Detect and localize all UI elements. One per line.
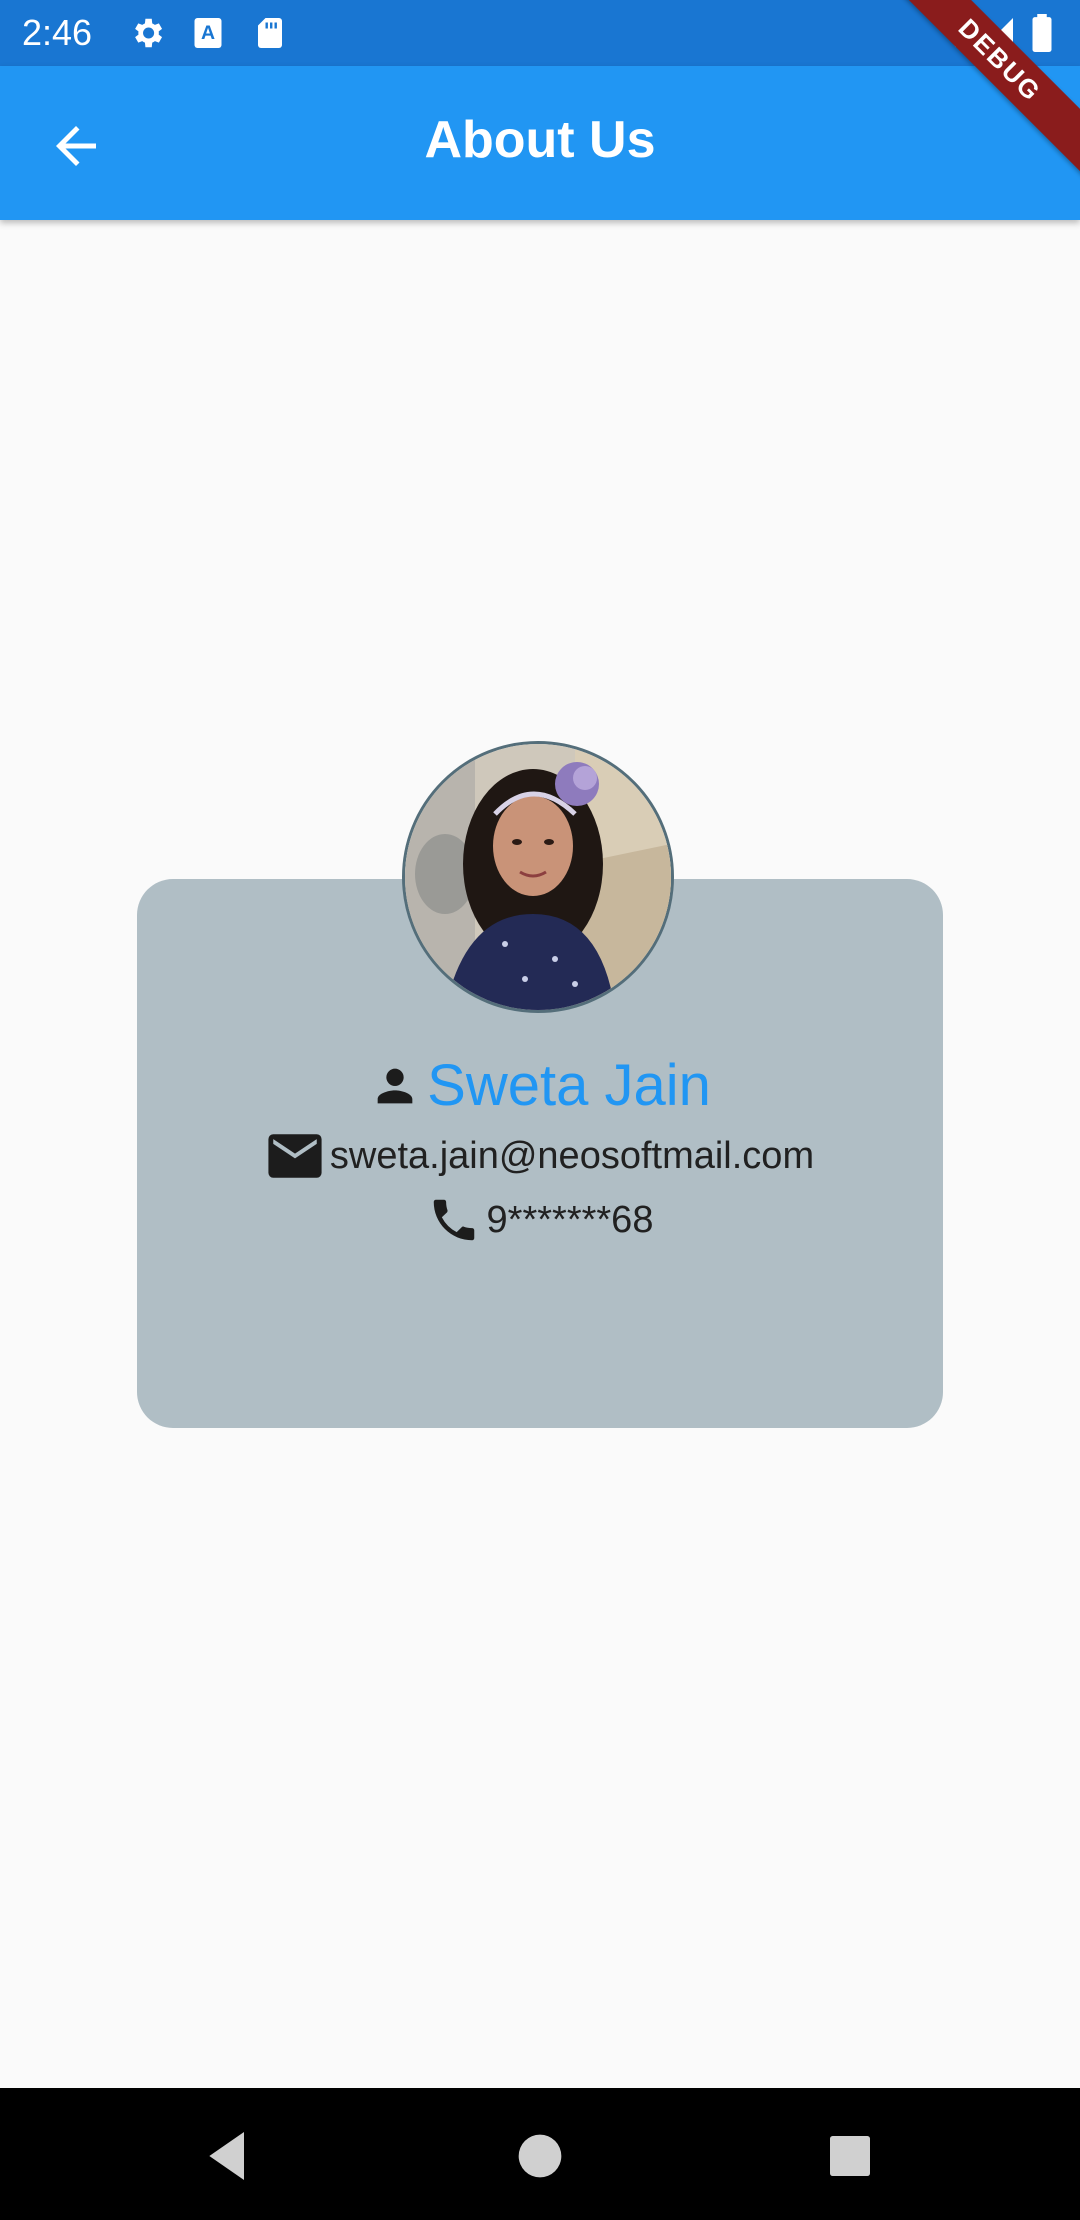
gear-icon xyxy=(128,14,166,57)
nav-recents-button[interactable] xyxy=(818,2124,882,2188)
phone-icon xyxy=(433,1199,474,1241)
battery-icon xyxy=(1030,14,1054,57)
svg-text:A: A xyxy=(201,22,215,44)
email-row: sweta.jain@neosoftmail.com xyxy=(0,1128,1080,1184)
recents-square-icon xyxy=(830,2136,870,2176)
home-circle-icon xyxy=(518,2134,562,2178)
phone-row: 9*******68 xyxy=(0,1190,1080,1250)
status-time: 2:46 xyxy=(22,12,93,53)
keyboard-a-icon: A xyxy=(190,14,226,57)
mail-icon xyxy=(268,1134,322,1178)
sd-card-icon xyxy=(252,14,288,57)
back-triangle-icon xyxy=(209,2132,244,2180)
profile-phone: 9*******68 xyxy=(486,1199,654,1241)
nav-home-button[interactable] xyxy=(508,2124,572,2188)
profile-email: sweta.jain@neosoftmail.com xyxy=(329,1135,815,1177)
name-row: Sweta Jain xyxy=(0,1046,1080,1126)
page-title: About Us xyxy=(424,111,656,169)
profile-name: Sweta Jain xyxy=(427,1053,711,1118)
app-bar: About Us xyxy=(0,66,1080,220)
nav-back-button[interactable] xyxy=(196,2124,260,2188)
avatar xyxy=(402,741,674,1013)
system-nav-bar xyxy=(0,2088,1080,2220)
person-icon xyxy=(377,1068,413,1104)
